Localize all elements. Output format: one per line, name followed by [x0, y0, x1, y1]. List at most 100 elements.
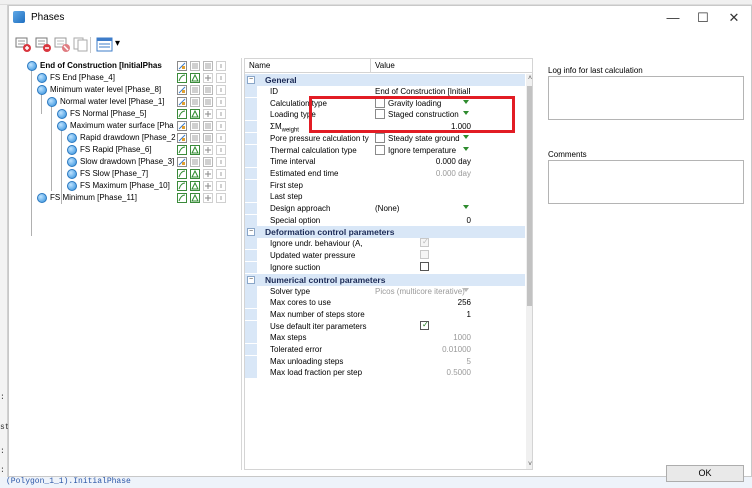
phase-tree-item[interactable]: Rapid drawdown [Phase_2 — [67, 133, 239, 144]
phase-tree-item[interactable]: FS Maximum [Phase_10] — [67, 181, 239, 192]
property-row[interactable]: Max unloading steps 5 — [245, 355, 525, 367]
scroll-down-arrow[interactable]: ˅ — [526, 460, 532, 469]
dropdown-arrow-icon[interactable] — [463, 111, 469, 116]
collapse-toggle-icon[interactable]: − — [247, 275, 255, 284]
property-row[interactable]: Thermal calculation type Ignore temperatu… — [245, 144, 525, 156]
column-splitter[interactable] — [370, 59, 371, 73]
property-row[interactable]: Ignore suction — [245, 261, 525, 273]
property-row[interactable]: Max steps 1000 — [245, 332, 525, 344]
row-gutter — [245, 86, 257, 97]
property-row[interactable]: ΣMweight 1.000 — [245, 121, 525, 134]
property-value[interactable]: 1.000 — [375, 122, 471, 131]
minimize-button[interactable]: — — [659, 8, 687, 28]
property-name-main: ΣM — [270, 122, 282, 132]
maximize-button[interactable]: ☐ — [689, 8, 717, 28]
name-column-header[interactable]: Name — [249, 61, 270, 70]
property-value[interactable]: 0.000 day — [375, 169, 471, 178]
grid-scrollbar[interactable]: ˄ ˅ — [526, 74, 532, 469]
property-value[interactable]: 0.01000 — [375, 345, 471, 354]
info-phase-icon — [216, 169, 226, 179]
phase-tree-item[interactable]: FS Rapid [Phase_6] — [67, 145, 239, 156]
phase-tree-item[interactable]: Normal water level [Phase_1] — [47, 97, 239, 108]
phase-tree-item[interactable]: Maximum water surface [Pha — [57, 121, 239, 132]
scrollbar-thumb[interactable] — [527, 86, 532, 306]
property-row[interactable]: Solver type Picos (multicore iterative) — [245, 285, 525, 297]
phase-tree-item[interactable]: Minimum water level [Phase_8] — [37, 85, 239, 96]
section-header[interactable]: − Deformation control parameters — [245, 226, 525, 239]
dropdown-arrow-icon[interactable] — [463, 99, 469, 104]
property-value[interactable]: Gravity loading — [388, 99, 460, 108]
property-row[interactable]: Ignore undr. behaviour (A, ✓ — [245, 237, 525, 250]
tree-grid-splitter[interactable] — [241, 58, 242, 470]
property-row[interactable]: Calculation type Gravity loading — [245, 97, 525, 109]
property-checkbox[interactable]: ✓ — [420, 320, 429, 330]
phase-tree-item[interactable]: FS End [Phase_4] — [37, 73, 239, 84]
dropdown-arrow-icon[interactable] — [463, 287, 469, 292]
comments-box[interactable] — [548, 160, 744, 204]
collapse-toggle-icon[interactable]: − — [247, 228, 255, 237]
property-row[interactable]: Updated water pressure — [245, 250, 525, 262]
value-column-header[interactable]: Value — [375, 61, 395, 70]
property-value[interactable]: Steady state ground — [388, 134, 460, 143]
property-value[interactable]: Staged construction — [388, 110, 460, 119]
add-phase-icon[interactable] — [15, 36, 32, 53]
property-row[interactable]: First step — [245, 179, 525, 191]
row-gutter — [245, 214, 257, 226]
scroll-up-arrow[interactable]: ˄ — [526, 74, 532, 84]
property-value[interactable]: 0.000 day — [375, 157, 471, 166]
property-value[interactable]: 5 — [375, 357, 471, 366]
info-phase-icon — [216, 61, 226, 71]
property-row[interactable]: Design approach (None) — [245, 203, 525, 214]
close-button[interactable]: ✕ — [720, 8, 748, 28]
property-value[interactable]: End of Construction [InitialPl — [375, 87, 470, 96]
property-value[interactable]: (None) — [375, 204, 470, 213]
dropdown-arrow-icon[interactable] — [463, 205, 469, 209]
row-gutter — [245, 355, 257, 367]
log-info-box[interactable] — [548, 76, 744, 120]
property-value[interactable]: 0.5000 — [375, 368, 471, 377]
phase-tree-item[interactable]: FS Normal [Phase_5] — [57, 109, 239, 120]
property-row[interactable]: Max load fraction per step 0.5000 — [245, 367, 525, 379]
phase-tree-item[interactable]: FS Slow [Phase_7] — [67, 169, 239, 180]
dropdown-arrow-icon[interactable] — [463, 134, 469, 139]
property-row[interactable]: Use default iter parameters ✓ — [245, 320, 525, 332]
phase-tree-item[interactable]: Slow drawdown [Phase_3] — [67, 157, 239, 168]
view-menu-icon[interactable] — [96, 36, 113, 53]
view-menu-dropdown-arrow[interactable]: ▾ — [115, 38, 120, 49]
property-value[interactable]: 0 — [375, 216, 471, 225]
tree-connector — [51, 103, 52, 191]
property-name: Ignore undr. behaviour (A, — [270, 239, 363, 249]
calc-phase-icon — [203, 61, 213, 71]
property-value[interactable]: 256 — [375, 298, 471, 307]
property-value[interactable]: 1000 — [375, 333, 471, 342]
property-row[interactable]: Pore pressure calculation ty Steady state… — [245, 132, 525, 144]
property-row[interactable]: Estimated end time 0.000 day — [245, 167, 525, 179]
property-row[interactable]: Tolerated error 0.01000 — [245, 344, 525, 355]
flow-phase-icon — [177, 133, 187, 143]
property-row[interactable]: Max number of steps store 1 — [245, 308, 525, 320]
copy-phase-icon[interactable] — [72, 36, 89, 53]
property-name: Last step — [270, 192, 303, 202]
ok-button[interactable]: OK — [666, 465, 744, 482]
background-status-text: (Polygon_1_1).InitialPhase — [6, 477, 131, 486]
property-value[interactable]: Ignore temperature — [388, 146, 460, 155]
phase-tree-item[interactable]: End of Construction [InitialPhas — [27, 61, 239, 72]
property-row[interactable]: Loading type Staged construction — [245, 109, 525, 121]
phase-tree-label: Minimum water level [Phase_8] — [50, 85, 162, 94]
property-value[interactable]: 1 — [375, 310, 471, 319]
section-header[interactable]: − General — [245, 74, 525, 86]
property-row[interactable]: Max cores to use 256 — [245, 297, 525, 309]
property-row[interactable]: Time interval 0.000 day — [245, 156, 525, 168]
collapse-toggle-icon[interactable]: − — [247, 76, 255, 84]
section-header[interactable]: − Numerical control parameters — [245, 273, 525, 286]
dropdown-arrow-icon[interactable] — [463, 146, 469, 151]
property-value[interactable]: Picos (multicore iterative) — [375, 287, 470, 296]
property-checkbox[interactable] — [420, 261, 429, 271]
property-row[interactable]: ID End of Construction [InitialPl — [245, 86, 525, 97]
delete-phase-icon[interactable] — [54, 36, 71, 53]
insert-phase-icon[interactable] — [35, 36, 52, 53]
property-row[interactable]: Special option 0 — [245, 214, 525, 226]
property-row[interactable]: Last step — [245, 191, 525, 203]
phase-tree-item[interactable]: FS Minimum [Phase_11] — [37, 193, 239, 204]
row-gutter — [245, 167, 257, 179]
